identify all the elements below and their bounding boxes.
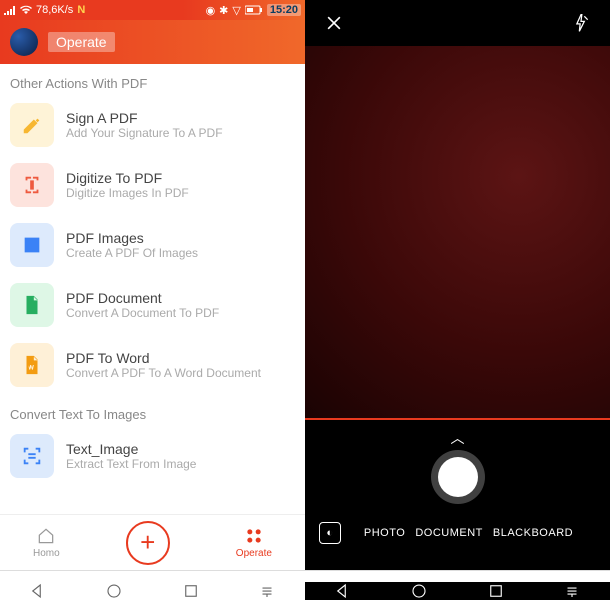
nav-label: Operate — [236, 548, 272, 559]
home-sys-icon[interactable] — [410, 582, 428, 600]
item-title: Sign A PDF — [66, 110, 223, 126]
net-speed: 78,6K/s — [36, 4, 73, 16]
back-icon[interactable] — [334, 582, 352, 600]
item-title: PDF Document — [66, 290, 219, 306]
mute-icon: ▽ — [232, 4, 240, 17]
item-sub: Convert A Document To PDF — [66, 306, 219, 320]
item-title: Digitize To PDF — [66, 170, 189, 186]
recent-icon[interactable] — [182, 582, 200, 600]
image-icon — [10, 223, 54, 267]
item-pdf-word[interactable]: PDF To Word Convert A PDF To A Word Docu… — [0, 335, 305, 395]
pen-icon — [10, 103, 54, 147]
page-title: Operate — [48, 32, 115, 52]
item-pdf-document[interactable]: PDF Document Convert A Document To PDF — [0, 275, 305, 335]
item-sub: Add Your Signature To A PDF — [66, 126, 223, 140]
status-time: 15:20 — [267, 4, 301, 16]
nav-operate[interactable]: Operate — [236, 526, 272, 559]
scan-icon — [10, 163, 54, 207]
item-pdf-images[interactable]: PDF Images Create A PDF Of Images — [0, 215, 305, 275]
drawer-icon[interactable] — [258, 582, 276, 600]
chevron-up-icon[interactable]: ︿ — [451, 428, 465, 448]
eye-icon: ◉ — [206, 4, 216, 17]
camera-controls: ︿ ◐ PHOTO DOCUMENT BLACKBOARD — [305, 420, 610, 570]
flash-button[interactable] — [566, 8, 596, 38]
section-convert-text: Convert Text To Images — [0, 395, 305, 426]
back-icon[interactable] — [29, 582, 47, 600]
document-icon — [10, 283, 54, 327]
item-title: PDF Images — [66, 230, 198, 246]
nav-home[interactable]: Homo — [33, 526, 60, 559]
shutter-inner — [438, 457, 478, 497]
mode-photo[interactable]: PHOTO — [364, 527, 405, 539]
nav-label: Homo — [33, 548, 60, 559]
drawer-icon[interactable] — [563, 582, 581, 600]
home-sys-icon[interactable] — [105, 582, 123, 600]
fab-add[interactable]: + — [126, 521, 170, 565]
ocr-icon — [10, 434, 54, 478]
signal-icon — [4, 5, 16, 15]
sysnav-right — [305, 582, 610, 600]
mode-blackboard[interactable]: BLACKBOARD — [493, 527, 573, 539]
plus-icon: + — [140, 527, 155, 558]
bluetooth-icon: ✱ — [219, 4, 228, 17]
mode-document[interactable]: DOCUMENT — [415, 527, 483, 539]
item-title: Text_Image — [66, 441, 196, 457]
item-text-image[interactable]: Text_Image Extract Text From Image — [0, 426, 305, 486]
camera-mode-row: ◐ PHOTO DOCUMENT BLACKBOARD — [305, 504, 610, 558]
bottom-nav: Homo + Operate — [0, 514, 305, 570]
camera-top-bar — [305, 0, 610, 46]
gallery-button[interactable]: ◐ — [319, 522, 341, 544]
item-sub: Convert A PDF To A Word Document — [66, 366, 261, 380]
item-sub: Create A PDF Of Images — [66, 246, 198, 260]
system-nav — [0, 570, 610, 610]
app-panel: 78,6K/s N ◉ ✱ ▽ 15:20 Operate Other Acti… — [0, 0, 305, 570]
item-sub: Digitize Images In PDF — [66, 186, 189, 200]
home-icon — [36, 526, 56, 546]
close-button[interactable] — [319, 8, 349, 38]
sysnav-left — [0, 582, 305, 600]
item-sub: Extract Text From Image — [66, 457, 196, 471]
mode-selector[interactable]: PHOTO DOCUMENT BLACKBOARD — [341, 527, 596, 539]
close-icon — [324, 13, 344, 33]
net-indicator: N — [77, 4, 85, 16]
action-list: Sign A PDF Add Your Signature To A PDF D… — [0, 95, 305, 514]
status-bar: 78,6K/s N ◉ ✱ ▽ 15:20 — [0, 0, 305, 20]
item-title: PDF To Word — [66, 350, 261, 366]
camera-panel: ︿ ◐ PHOTO DOCUMENT BLACKBOARD — [305, 0, 610, 570]
wifi-icon — [20, 5, 32, 15]
avatar[interactable] — [10, 28, 38, 56]
status-right: ◉ ✱ ▽ 15:20 — [206, 4, 301, 17]
status-left: 78,6K/s N — [4, 4, 85, 16]
word-icon — [10, 343, 54, 387]
item-sign-pdf[interactable]: Sign A PDF Add Your Signature To A PDF — [0, 95, 305, 155]
battery-icon — [245, 5, 263, 15]
app-header: Operate — [0, 20, 305, 64]
flash-icon — [571, 13, 591, 33]
item-digitize-pdf[interactable]: Digitize To PDF Digitize Images In PDF — [0, 155, 305, 215]
shutter-button[interactable] — [431, 450, 485, 504]
recent-icon[interactable] — [487, 582, 505, 600]
section-other-actions: Other Actions With PDF — [0, 64, 305, 95]
camera-viewfinder[interactable] — [305, 46, 610, 420]
grid-icon — [244, 526, 264, 546]
picture-icon: ◐ — [326, 527, 333, 539]
